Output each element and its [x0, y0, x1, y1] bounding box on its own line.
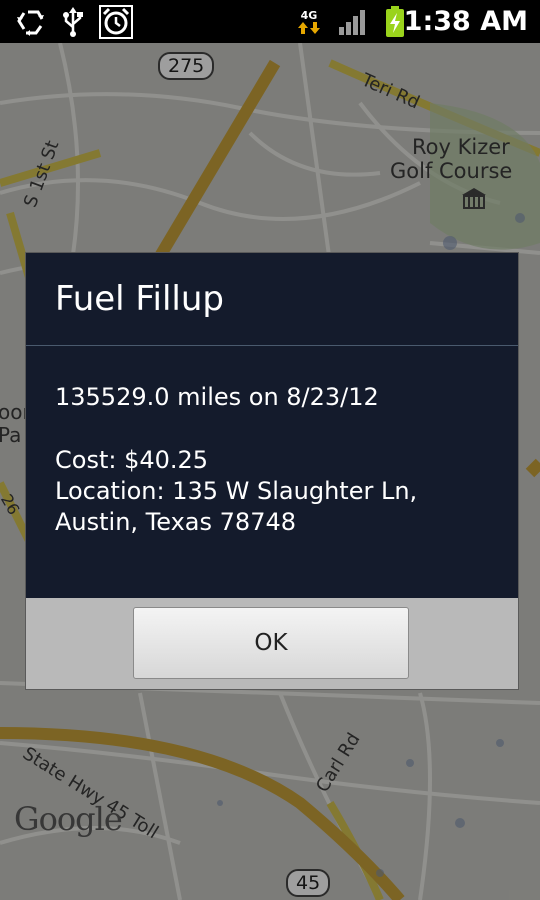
clock-time: 1:38 AM [403, 6, 528, 37]
cost-line: Cost: $40.25 [55, 446, 209, 474]
network-activity-icon: 4G [294, 6, 324, 38]
miles-line: 135529.0 miles on 8/23/12 [55, 383, 379, 411]
dialog-title: Fuel Fillup [26, 253, 518, 346]
ok-button[interactable]: OK [133, 607, 409, 679]
signal-icon [336, 6, 370, 38]
usb-icon [60, 6, 86, 38]
dialog-body: 135529.0 miles on 8/23/12 Cost: $40.25 L… [26, 346, 518, 566]
location-line-2: Austin, Texas 78748 [55, 508, 296, 536]
alarm-icon [98, 5, 134, 39]
recycle-icon [14, 6, 48, 38]
status-bar: 4G 1:38 AM [0, 0, 540, 43]
network-type-label: 4G [300, 8, 318, 22]
fuel-fillup-dialog: Fuel Fillup 135529.0 miles on 8/23/12 Co… [25, 252, 519, 690]
location-line-1: Location: 135 W Slaughter Ln, [55, 477, 418, 505]
dialog-button-bar: OK [26, 598, 518, 689]
